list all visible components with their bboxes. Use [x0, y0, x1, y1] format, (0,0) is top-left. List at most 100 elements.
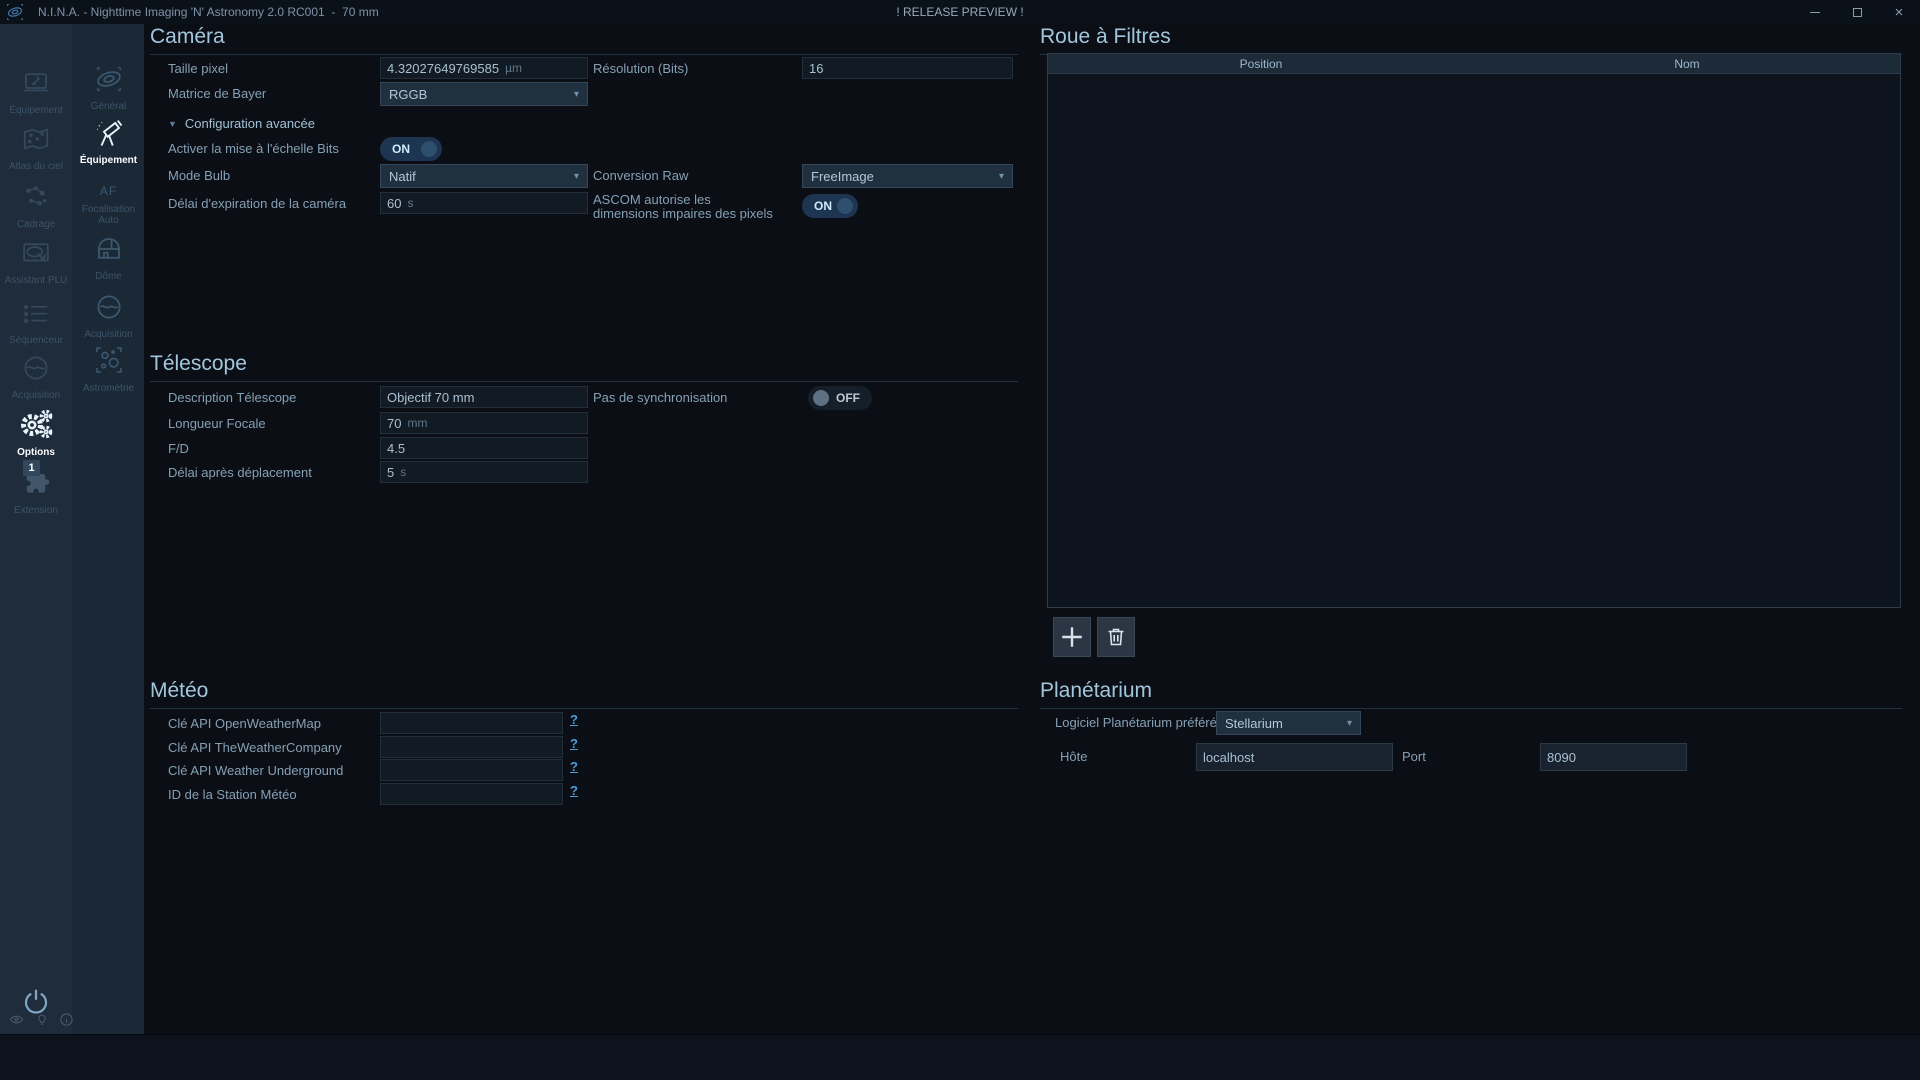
- theweathercompany-key-label: Clé API TheWeatherCompany: [168, 740, 342, 755]
- sidebar-item-equipement[interactable]: Équipement: [0, 68, 72, 116]
- add-filter-button[interactable]: [1053, 617, 1091, 657]
- filter-table-body[interactable]: [1048, 74, 1900, 608]
- camera-section: Caméra Taille pixel 4.32027649769585 µm R…: [150, 25, 1018, 265]
- close-icon: ×: [1894, 3, 1904, 21]
- telescope-description-input[interactable]: Objectif 70 mm: [380, 386, 588, 408]
- close-button[interactable]: ×: [1878, 0, 1920, 24]
- bit-scaling-toggle[interactable]: ON: [380, 137, 442, 161]
- plus-icon: [1062, 627, 1082, 647]
- delete-filter-button[interactable]: [1097, 617, 1135, 657]
- bayer-label: Matrice de Bayer: [168, 86, 267, 101]
- weather-station-help-link[interactable]: ?: [570, 783, 578, 798]
- raw-conversion-label: Conversion Raw: [593, 168, 689, 183]
- filter-table: Position Nom: [1047, 53, 1901, 608]
- focal-ratio-input[interactable]: 4.5: [380, 437, 588, 459]
- nina-window: N.I.N.A. - Nighttime Imaging 'N' Astrono…: [0, 0, 1920, 1080]
- chevron-down-icon: ▾: [1346, 717, 1352, 729]
- weather-station-id-input[interactable]: [380, 783, 563, 805]
- openweathermap-help-link[interactable]: ?: [570, 712, 578, 727]
- port-input[interactable]: 8090: [1540, 743, 1687, 771]
- weatherunderground-help-link[interactable]: ?: [570, 759, 578, 774]
- telescope-description-label: Description Télescope: [168, 390, 297, 405]
- meteo-section: Météo Clé API OpenWeatherMap ? Clé API T…: [150, 679, 1018, 819]
- chevron-down-icon: ▾: [573, 88, 579, 100]
- no-sync-toggle[interactable]: OFF: [808, 386, 872, 410]
- weather-station-id-label: ID de la Station Météo: [168, 787, 297, 802]
- tab-acquisition[interactable]: Acquisition: [72, 292, 145, 340]
- maximize-button[interactable]: [1836, 0, 1878, 24]
- flat-wizard-icon: [23, 243, 49, 262]
- openweathermap-key-input[interactable]: [380, 712, 563, 734]
- main-sidebar: Équipement Atlas du ciel Cadrage Assista…: [0, 24, 72, 1034]
- pixel-size-input[interactable]: 4.32027649769585 µm: [380, 57, 588, 79]
- focal-length-input[interactable]: 70 mm: [380, 412, 588, 434]
- pixel-size-label: Taille pixel: [168, 61, 228, 76]
- ascom-odd-pixels-label: ASCOM autorise les dimensions impaires d…: [593, 192, 773, 221]
- weatherunderground-key-input[interactable]: [380, 759, 563, 781]
- port-label: Port: [1402, 749, 1426, 764]
- sidebar-item-assistant-plu[interactable]: Assistant PLU: [0, 238, 72, 286]
- chevron-down-icon: ▾: [998, 170, 1004, 182]
- lightbulb-icon[interactable]: [35, 1012, 49, 1027]
- sidebar-item-sequenceur[interactable]: Séquenceur: [0, 298, 72, 346]
- options-sidebar: Général Équipement AF Focalisation Auto …: [72, 24, 145, 1034]
- equipment-icon: [23, 73, 49, 92]
- theweathercompany-key-input[interactable]: [380, 736, 563, 758]
- raw-conversion-dropdown[interactable]: FreeImage ▾: [802, 164, 1013, 188]
- telescope-icon: [96, 119, 122, 146]
- camera-timeout-input[interactable]: 60 s: [380, 192, 588, 214]
- weatherunderground-key-label: Clé API Weather Underground: [168, 763, 344, 778]
- dome-icon: [97, 238, 120, 259]
- tab-general[interactable]: Général: [72, 64, 145, 112]
- bayer-dropdown[interactable]: RGGB ▾: [380, 82, 588, 106]
- release-preview-banner: ! RELEASE PREVIEW !: [896, 5, 1024, 19]
- focal-ratio-label: F/D: [168, 441, 189, 456]
- eye-icon[interactable]: [8, 1012, 25, 1027]
- moon-icon: [97, 295, 120, 319]
- status-strip: [8, 1012, 74, 1027]
- camera-timeout-label: Délai d'expiration de la caméra: [168, 196, 347, 211]
- af-icon: AF: [99, 184, 118, 198]
- resolution-label: Résolution (Bits): [593, 61, 689, 76]
- sky-atlas-icon: [23, 128, 49, 150]
- sidebar-item-atlas-du-ciel[interactable]: Atlas du ciel: [0, 124, 72, 172]
- camera-section-title: Caméra: [150, 25, 1018, 55]
- tab-focalisation-auto[interactable]: AF Focalisation Auto: [72, 180, 145, 226]
- framing-icon: [26, 186, 47, 206]
- toggle-knob: [837, 198, 853, 214]
- info-icon[interactable]: [59, 1012, 74, 1027]
- host-input[interactable]: localhost: [1196, 743, 1393, 771]
- astrometry-icon: [95, 347, 122, 373]
- trash-icon: [1108, 628, 1124, 646]
- telescope-section: Télescope Description Télescope Objectif…: [150, 352, 1018, 502]
- gear-icon: [21, 409, 53, 439]
- sidebar-item-acquisition[interactable]: Acquisition: [0, 353, 72, 401]
- ascom-odd-pixels-toggle[interactable]: ON: [802, 194, 858, 218]
- focal-length-label: Longueur Focale: [168, 416, 266, 431]
- theweathercompany-help-link[interactable]: ?: [570, 736, 578, 751]
- sidebar-item-extension[interactable]: 1 Extension: [0, 460, 72, 516]
- chevron-down-icon: ▾: [573, 170, 579, 182]
- tab-astrometrie[interactable]: Astrométrie: [72, 344, 145, 394]
- bit-scaling-label: Activer la mise à l'échelle Bits: [168, 141, 339, 156]
- filterwheel-section-title: Roue à Filtres: [1040, 25, 1902, 55]
- galaxy-icon: [96, 67, 121, 91]
- tab-dome[interactable]: Dôme: [72, 234, 145, 282]
- sequencer-icon: [23, 304, 48, 324]
- filter-table-header: Position Nom: [1048, 54, 1900, 74]
- planetarium-section-title: Planétarium: [1040, 679, 1902, 709]
- column-nom: Nom: [1674, 57, 1700, 71]
- no-sync-label: Pas de synchronisation: [593, 390, 728, 405]
- settle-time-input[interactable]: 5s: [380, 461, 588, 483]
- tab-equipement[interactable]: Équipement: [72, 118, 145, 166]
- minimize-button[interactable]: [1794, 0, 1836, 24]
- toggle-knob: [421, 141, 437, 157]
- resolution-input[interactable]: 16: [802, 57, 1013, 79]
- sidebar-item-cadrage[interactable]: Cadrage: [0, 182, 72, 230]
- telescope-section-title: Télescope: [150, 352, 1018, 382]
- planetarium-software-dropdown[interactable]: Stellarium ▾: [1216, 711, 1361, 735]
- advanced-config-expander[interactable]: ▼ Configuration avancée: [168, 116, 315, 131]
- bulb-mode-dropdown[interactable]: Natif ▾: [380, 164, 588, 188]
- sidebar-item-options[interactable]: Options: [0, 408, 72, 458]
- extension-count-badge: 1: [23, 460, 40, 476]
